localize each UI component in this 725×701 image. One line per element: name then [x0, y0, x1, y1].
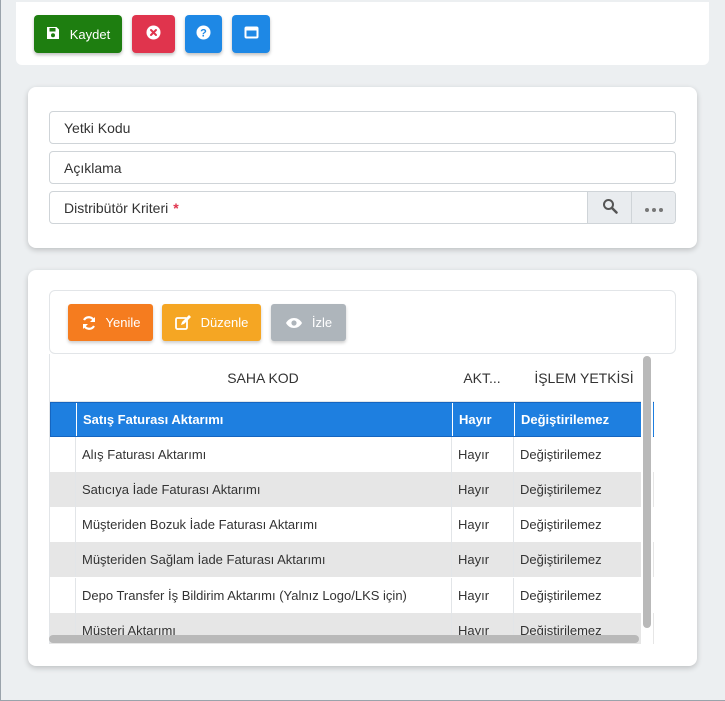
table-row[interactable]: Müşteriden Bozuk İade Faturası Aktarımı … [50, 507, 654, 542]
cell-aktif: Hayır [452, 472, 514, 507]
horizontal-scrollbar-thumb[interactable] [49, 635, 639, 643]
grid-toolbar: Yenile Düzenle İzle [49, 290, 676, 354]
question-circle-icon: ? [196, 25, 211, 43]
save-button-label: Kaydet [69, 26, 111, 42]
help-button[interactable]: ? [185, 15, 222, 53]
cell-saha-kod: Satış Faturası Aktarımı [77, 403, 453, 436]
edit-icon [174, 314, 192, 331]
table-row[interactable]: Satış Faturası Aktarımı Hayır Değiştiril… [50, 402, 654, 437]
column-header-aktif[interactable]: AKT... [452, 354, 512, 402]
cell-islem-yetkisi: Değiştirilemez [520, 552, 602, 567]
table-row[interactable]: Müşteriden Sağlam İade Faturası Aktarımı… [50, 542, 654, 577]
cell-aktif: Hayır [452, 437, 514, 472]
eye-icon [285, 317, 303, 329]
table-row[interactable]: Alış Faturası Aktarımı Hayır Değiştirile… [50, 437, 654, 472]
cell-islem-yetkisi: Değiştirilemez [520, 482, 602, 497]
cell-saha-kod: Müşteriden Bozuk İade Faturası Aktarımı [76, 507, 452, 542]
floppy-disk-icon [46, 26, 60, 43]
cell-aktif: Hayır [453, 403, 515, 436]
grid-panel: Yenile Düzenle İzle SAHA KOD AKT... İŞLE… [28, 270, 697, 666]
row-indicator [50, 472, 76, 507]
data-table: SAHA KOD AKT... İŞLEM YETKİSİ Satış Fatu… [49, 354, 654, 644]
search-button[interactable] [587, 192, 631, 223]
aciklama-label: Açıklama [64, 159, 122, 176]
table-row[interactable]: Depo Transfer İş Bildirim Aktarımı (Yaln… [50, 578, 654, 613]
cell-aktif: Hayır [452, 578, 514, 613]
filter-form: Yetki Kodu Açıklama Distribütör Kriteri … [28, 87, 697, 248]
cell-saha-kod: Depo Transfer İş Bildirim Aktarımı (Yaln… [76, 578, 452, 613]
cell-islem-yetkisi: Değiştirilemez [520, 517, 602, 532]
window-icon [244, 26, 259, 42]
izle-label: İzle [311, 315, 333, 330]
izle-button[interactable]: İzle [271, 304, 346, 341]
table-row[interactable]: Satıcıya İade Faturası Aktarımı Hayır De… [50, 472, 654, 507]
duzenle-label: Düzenle [200, 315, 249, 330]
cell-aktif: Hayır [452, 542, 514, 577]
yenile-label: Yenile [105, 315, 141, 330]
cell-aktif: Hayır [452, 507, 514, 542]
save-button[interactable]: Kaydet [34, 15, 122, 53]
window-button[interactable] [232, 15, 270, 53]
table-header: SAHA KOD AKT... İŞLEM YETKİSİ [50, 354, 654, 402]
cell-saha-kod: Satıcıya İade Faturası Aktarımı [76, 472, 452, 507]
column-header-islem-yetkisi[interactable]: İŞLEM YETKİSİ [514, 354, 654, 402]
vertical-scrollbar[interactable] [641, 354, 653, 644]
required-mark: * [173, 199, 179, 216]
cell-islem-yetkisi: Değiştirilemez [520, 447, 602, 462]
close-button[interactable] [132, 15, 175, 53]
distributor-kriteri-field: Distribütör Kriteri * [49, 191, 676, 224]
row-indicator [50, 542, 76, 577]
magnifier-icon [602, 198, 618, 217]
aciklama-field[interactable]: Açıklama [49, 151, 676, 184]
row-indicator [51, 403, 77, 436]
refresh-icon [81, 315, 97, 331]
row-indicator [50, 437, 76, 472]
vertical-scrollbar-thumb[interactable] [643, 356, 651, 628]
distributor-kriteri-label: Distribütör Kriteri [64, 199, 169, 216]
row-indicator [50, 578, 76, 613]
cell-islem-yetkisi: Değiştirilemez [520, 588, 602, 603]
yenile-button[interactable]: Yenile [68, 304, 153, 341]
distributor-kriteri-input[interactable]: Distribütör Kriteri * [50, 200, 587, 216]
cell-islem-yetkisi: Değiştirilemez [521, 412, 610, 427]
more-button[interactable] [631, 192, 675, 223]
duzenle-button[interactable]: Düzenle [162, 304, 261, 341]
close-circle-icon [146, 25, 161, 43]
yetki-kodu-label: Yetki Kodu [64, 119, 131, 136]
top-toolbar: Kaydet ? [16, 2, 709, 65]
cell-saha-kod: Alış Faturası Aktarımı [76, 437, 452, 472]
column-header-saha-kod[interactable]: SAHA KOD [76, 354, 450, 402]
ellipsis-icon [644, 200, 664, 216]
svg-text:?: ? [200, 28, 207, 40]
yetki-kodu-field[interactable]: Yetki Kodu [49, 111, 676, 144]
horizontal-scrollbar[interactable] [49, 634, 641, 644]
row-indicator [50, 507, 76, 542]
cell-saha-kod: Müşteriden Sağlam İade Faturası Aktarımı [76, 542, 452, 577]
